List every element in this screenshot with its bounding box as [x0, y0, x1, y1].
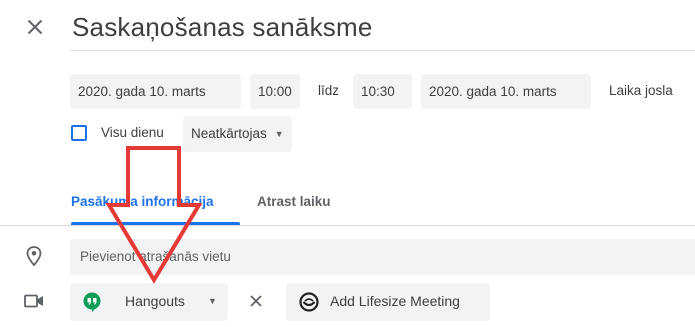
tab-event-details[interactable]: Pasākuma informācija	[71, 194, 214, 209]
event-title[interactable]: Saskaņošanas sanāksme	[72, 12, 372, 43]
add-lifesize-meeting-label: Add Lifesize Meeting	[330, 293, 460, 309]
repeat-value: Neatkārtojas	[191, 126, 267, 141]
hangouts-icon	[83, 292, 101, 312]
conferencing-dropdown[interactable]: Hangouts ▼	[70, 283, 228, 321]
timezone-link[interactable]: Laika josla	[609, 83, 673, 98]
chevron-down-icon: ▼	[274, 129, 284, 140]
conferencing-provider: Hangouts	[125, 293, 185, 309]
add-lifesize-meeting-button[interactable]: Add Lifesize Meeting	[286, 283, 490, 321]
title-underline	[70, 50, 695, 51]
tabs-divider	[0, 225, 695, 226]
end-time-chip[interactable]: 10:30	[353, 74, 412, 109]
all-day-checkbox[interactable]	[71, 125, 87, 141]
lifesize-icon	[299, 292, 319, 312]
start-time-chip[interactable]: 10:00	[250, 74, 300, 109]
remove-x-icon[interactable]	[246, 291, 266, 311]
video-camera-icon	[24, 294, 43, 308]
tab-find-time[interactable]: Atrast laiku	[257, 194, 331, 209]
all-day-label: Visu dienu	[101, 125, 164, 140]
chevron-down-icon: ▼	[208, 296, 217, 306]
close-icon[interactable]	[22, 14, 48, 40]
repeat-dropdown[interactable]: Neatkārtojas ▼	[183, 116, 292, 152]
location-input[interactable]: Pievienot atrašanās vietu	[70, 239, 695, 275]
start-date-chip[interactable]: 2020. gada 10. marts	[70, 74, 241, 109]
location-pin-icon	[26, 246, 42, 266]
until-label: līdz	[318, 83, 340, 98]
end-date-chip[interactable]: 2020. gada 10. marts	[421, 74, 591, 109]
